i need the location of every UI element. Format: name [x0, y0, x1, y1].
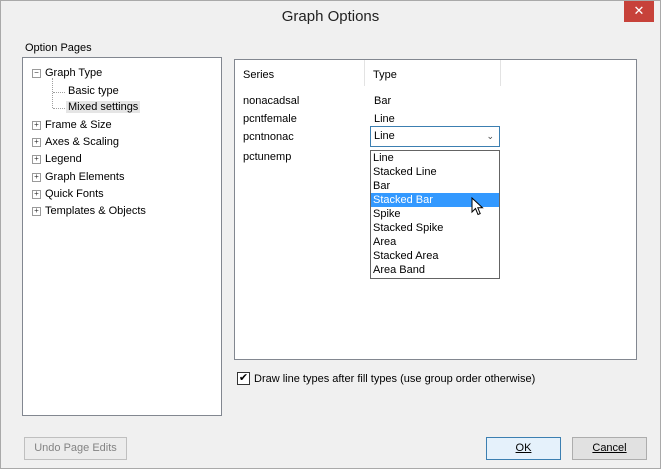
series-name-cell[interactable]: pctunemp	[243, 150, 291, 165]
draw-order-checkbox[interactable]: ✔	[237, 372, 250, 385]
close-button[interactable]: ✕	[624, 1, 654, 22]
column-header-type[interactable]: Type	[365, 60, 501, 86]
mouse-cursor-icon	[471, 197, 484, 216]
expand-icon[interactable]: +	[32, 207, 41, 216]
cancel-button-label: Cancel	[592, 442, 627, 454]
tree-node-label: Axes & Scaling	[45, 136, 119, 148]
close-icon: ✕	[633, 3, 645, 18]
tree-node-label: Graph Type	[45, 67, 103, 79]
selected-type-value: Line	[374, 130, 395, 142]
tree-connector	[52, 78, 53, 108]
tree-node-basic-type[interactable]: Basic type	[68, 84, 119, 99]
graph-options-dialog: Graph Options ✕ Option Pages − Graph Typ…	[0, 0, 661, 469]
series-type-cell[interactable]: Bar	[374, 94, 391, 109]
tree-node-label: Legend	[45, 153, 82, 165]
title-bar: Graph Options ✕	[1, 1, 660, 35]
dropdown-option-stacked-area[interactable]: Stacked Area	[371, 249, 499, 263]
tree-node-label: Graph Elements	[45, 171, 125, 183]
chevron-down-icon[interactable]: ⌄	[486, 131, 494, 142]
expand-icon[interactable]: +	[32, 121, 41, 130]
dropdown-option-bar[interactable]: Bar	[371, 179, 499, 193]
tree-node-label: Basic type	[68, 85, 119, 97]
tree-node-label: Quick Fonts	[45, 188, 104, 200]
tree-connector	[53, 108, 65, 109]
tree-node-label: Mixed settings	[66, 101, 141, 113]
tree-node-mixed-settings[interactable]: Mixed settings	[66, 100, 141, 115]
draw-order-label[interactable]: Draw line types after fill types (use gr…	[254, 373, 535, 385]
ok-button[interactable]: OK	[486, 437, 561, 460]
tree-node-label: Templates & Objects	[45, 205, 146, 217]
expand-icon[interactable]: +	[32, 190, 41, 199]
series-name-cell[interactable]: nonacadsal	[243, 94, 299, 109]
column-header-series[interactable]: Series	[235, 60, 365, 86]
dropdown-option-area-band[interactable]: Area Band	[371, 263, 499, 277]
tree-node-label: Frame & Size	[45, 119, 112, 131]
tree-connector	[53, 92, 65, 93]
dropdown-option-line[interactable]: Line	[371, 151, 499, 165]
option-pages-label: Option Pages	[25, 42, 92, 54]
dropdown-option-stacked-spike[interactable]: Stacked Spike	[371, 221, 499, 235]
option-pages-tree[interactable]: − Graph Type Basic type Mixed settings +…	[22, 57, 222, 416]
series-type-cell[interactable]: Line	[374, 112, 395, 127]
expand-icon[interactable]: +	[32, 173, 41, 182]
expand-icon[interactable]: +	[32, 155, 41, 164]
dropdown-option-stacked-line[interactable]: Stacked Line	[371, 165, 499, 179]
ok-button-label: OK	[515, 442, 532, 454]
series-name-cell[interactable]: pcntnonac	[243, 130, 294, 145]
dropdown-option-area[interactable]: Area	[371, 235, 499, 249]
collapse-icon[interactable]: −	[32, 69, 41, 78]
expand-icon[interactable]: +	[32, 138, 41, 147]
cancel-button[interactable]: Cancel	[572, 437, 647, 460]
series-type-select[interactable]: Line ⌄	[370, 126, 500, 147]
undo-page-edits-button[interactable]: Undo Page Edits	[24, 437, 127, 460]
series-name-cell[interactable]: pcntfemale	[243, 112, 297, 127]
dialog-title: Graph Options	[281, 8, 380, 25]
